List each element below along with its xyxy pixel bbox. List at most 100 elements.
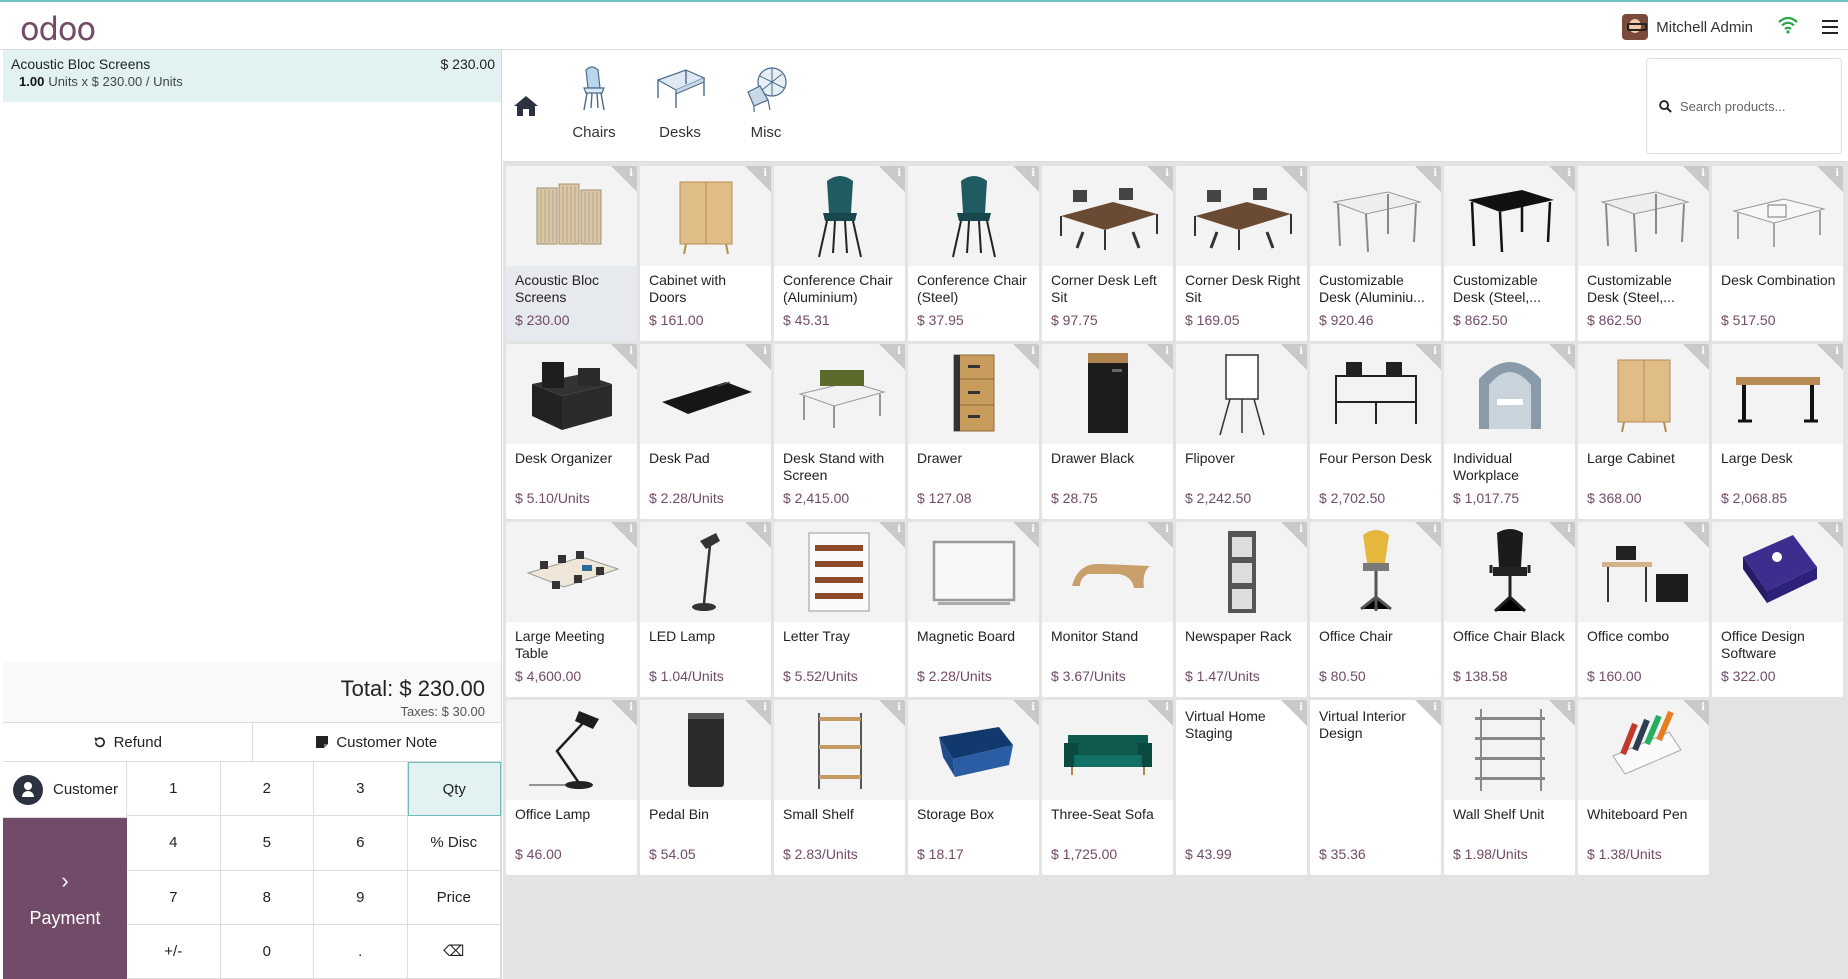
- product-card[interactable]: i Corner Desk Right Sit $ 169.05: [1176, 166, 1307, 341]
- product-info-badge[interactable]: [611, 344, 637, 370]
- category-desks[interactable]: Desks: [645, 62, 715, 141]
- info-icon[interactable]: i: [1031, 702, 1035, 713]
- product-info-badge[interactable]: [879, 700, 905, 726]
- product-card[interactable]: i Conference Chair (Aluminium) $ 45.31: [774, 166, 905, 341]
- product-info-badge[interactable]: [1817, 522, 1843, 548]
- info-icon[interactable]: i: [1701, 168, 1705, 179]
- info-icon[interactable]: i: [897, 524, 901, 535]
- info-icon[interactable]: i: [629, 346, 633, 357]
- product-info-badge[interactable]: [1013, 344, 1039, 370]
- numpad-key[interactable]: ⌫: [407, 924, 501, 979]
- info-icon[interactable]: i: [629, 524, 633, 535]
- product-info-badge[interactable]: [611, 166, 637, 192]
- product-info-badge[interactable]: [1281, 166, 1307, 192]
- product-card[interactable]: i Office Design Software $ 322.00: [1712, 522, 1843, 697]
- product-info-badge[interactable]: [611, 700, 637, 726]
- product-card[interactable]: i Office combo $ 160.00: [1578, 522, 1709, 697]
- product-info-badge[interactable]: [1147, 166, 1173, 192]
- product-card[interactable]: i Cabinet with Doors $ 161.00: [640, 166, 771, 341]
- product-card[interactable]: i Desk Stand with Screen $ 2,415.00: [774, 344, 905, 519]
- numpad-key[interactable]: 0: [220, 924, 314, 979]
- product-info-badge[interactable]: [1281, 344, 1307, 370]
- product-info-badge[interactable]: [1147, 344, 1173, 370]
- wifi-icon[interactable]: [1778, 16, 1798, 34]
- info-icon[interactable]: i: [1299, 524, 1303, 535]
- product-card[interactable]: i Drawer $ 127.08: [908, 344, 1039, 519]
- info-icon[interactable]: i: [763, 524, 767, 535]
- product-card[interactable]: i Virtual Interior Design $ 35.36: [1310, 700, 1441, 875]
- product-info-badge[interactable]: [1013, 700, 1039, 726]
- info-icon[interactable]: i: [1031, 524, 1035, 535]
- numpad-key[interactable]: Qty: [407, 762, 501, 817]
- info-icon[interactable]: i: [1701, 702, 1705, 713]
- product-info-badge[interactable]: [1147, 522, 1173, 548]
- payment-button[interactable]: › Payment: [3, 818, 127, 979]
- product-info-badge[interactable]: [1683, 522, 1709, 548]
- product-card[interactable]: i Pedal Bin $ 54.05: [640, 700, 771, 875]
- product-info-badge[interactable]: [745, 700, 771, 726]
- product-info-badge[interactable]: [745, 344, 771, 370]
- product-card[interactable]: i Desk Pad $ 2.28/Units: [640, 344, 771, 519]
- order-line[interactable]: Acoustic Bloc Screens $ 230.00 1.00 Units…: [3, 50, 501, 102]
- product-info-badge[interactable]: [1415, 166, 1441, 192]
- info-icon[interactable]: i: [1835, 346, 1839, 357]
- product-card[interactable]: i Desk Organizer $ 5.10/Units: [506, 344, 637, 519]
- product-info-badge[interactable]: [1683, 344, 1709, 370]
- product-card[interactable]: i Virtual Home Staging $ 43.99: [1176, 700, 1307, 875]
- user-menu[interactable]: Mitchell Admin: [1622, 14, 1753, 40]
- info-icon[interactable]: i: [1165, 168, 1169, 179]
- product-card[interactable]: i Wall Shelf Unit $ 1.98/Units: [1444, 700, 1575, 875]
- home-icon[interactable]: [513, 94, 539, 118]
- info-icon[interactable]: i: [1031, 168, 1035, 179]
- product-card[interactable]: i Office Chair $ 80.50: [1310, 522, 1441, 697]
- numpad-key[interactable]: 8: [220, 870, 314, 925]
- info-icon[interactable]: i: [1165, 346, 1169, 357]
- product-card[interactable]: i Desk Combination $ 517.50: [1712, 166, 1843, 341]
- product-info-badge[interactable]: [1549, 700, 1575, 726]
- numpad-key[interactable]: 1: [127, 762, 221, 817]
- product-card[interactable]: i Monitor Stand $ 3.67/Units: [1042, 522, 1173, 697]
- customer-note-button[interactable]: Customer Note: [253, 723, 502, 761]
- numpad-key[interactable]: 3: [314, 762, 408, 817]
- numpad-key[interactable]: 6: [314, 816, 408, 871]
- product-card[interactable]: i Individual Workplace $ 1,017.75: [1444, 344, 1575, 519]
- product-info-badge[interactable]: [1683, 700, 1709, 726]
- product-info-badge[interactable]: [879, 166, 905, 192]
- product-info-badge[interactable]: [1549, 522, 1575, 548]
- product-info-badge[interactable]: [611, 522, 637, 548]
- numpad-key[interactable]: 7: [127, 870, 221, 925]
- product-card[interactable]: i Three-Seat Sofa $ 1,725.00: [1042, 700, 1173, 875]
- product-info-badge[interactable]: [879, 344, 905, 370]
- product-info-badge[interactable]: [1683, 166, 1709, 192]
- product-card[interactable]: i Magnetic Board $ 2.28/Units: [908, 522, 1039, 697]
- numpad-key[interactable]: % Disc: [407, 816, 501, 871]
- numpad-key[interactable]: +/-: [127, 924, 221, 979]
- product-card[interactable]: i Office Chair Black $ 138.58: [1444, 522, 1575, 697]
- info-icon[interactable]: i: [629, 168, 633, 179]
- info-icon[interactable]: i: [1701, 346, 1705, 357]
- info-icon[interactable]: i: [1165, 702, 1169, 713]
- product-card[interactable]: i Customizable Desk (Steel,... $ 862.50: [1578, 166, 1709, 341]
- product-info-badge[interactable]: [1415, 344, 1441, 370]
- info-icon[interactable]: i: [1567, 346, 1571, 357]
- info-icon[interactable]: i: [897, 346, 901, 357]
- info-icon[interactable]: i: [1031, 346, 1035, 357]
- product-card[interactable]: i Small Shelf $ 2.83/Units: [774, 700, 905, 875]
- numpad-key[interactable]: 4: [127, 816, 221, 871]
- info-icon[interactable]: i: [1835, 524, 1839, 535]
- info-icon[interactable]: i: [1299, 168, 1303, 179]
- product-card[interactable]: i Flipover $ 2,242.50: [1176, 344, 1307, 519]
- product-info-badge[interactable]: [745, 166, 771, 192]
- info-icon[interactable]: i: [897, 702, 901, 713]
- search-input[interactable]: [1680, 98, 1830, 114]
- product-info-badge[interactable]: [745, 522, 771, 548]
- numpad-key[interactable]: 2: [220, 762, 314, 817]
- numpad-key[interactable]: 9: [314, 870, 408, 925]
- info-icon[interactable]: i: [1299, 346, 1303, 357]
- info-icon[interactable]: i: [1835, 168, 1839, 179]
- product-info-badge[interactable]: [1549, 344, 1575, 370]
- refund-button[interactable]: Refund: [3, 723, 253, 761]
- product-info-badge[interactable]: [1281, 522, 1307, 548]
- info-icon[interactable]: i: [1701, 524, 1705, 535]
- product-info-badge[interactable]: [1817, 166, 1843, 192]
